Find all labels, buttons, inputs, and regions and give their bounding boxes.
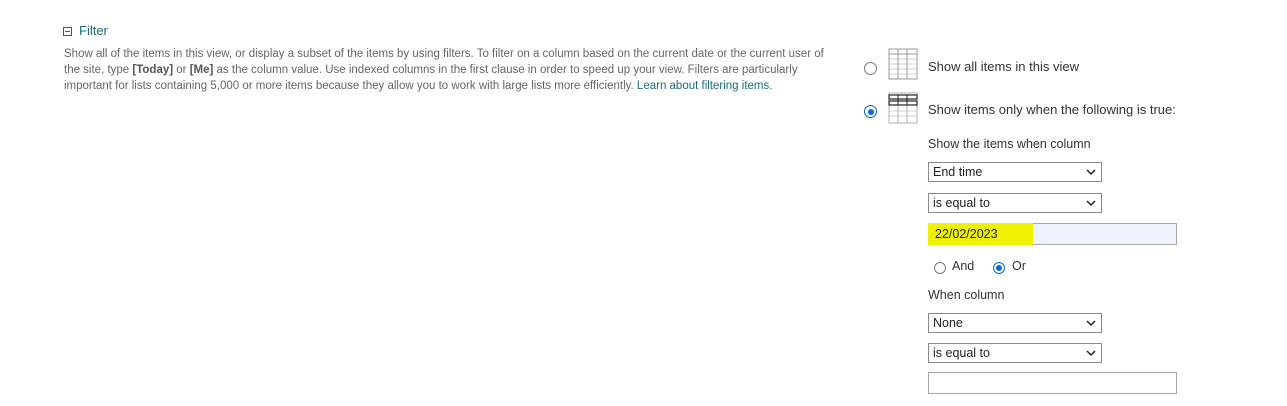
clause2-operator-select[interactable]: is equal to bbox=[928, 343, 1102, 363]
clause1-column-select[interactable]: End time bbox=[928, 162, 1102, 182]
clause1-operator-value: is equal to bbox=[933, 196, 990, 210]
description-text-2: or bbox=[173, 64, 190, 76]
me-token: [Me] bbox=[189, 64, 214, 76]
clause1-value-input[interactable]: 22/02/2023 bbox=[928, 223, 1177, 245]
today-token: [Today] bbox=[132, 64, 174, 76]
show-filtered-radio[interactable] bbox=[864, 105, 877, 118]
clause2-operator-value: is equal to bbox=[933, 346, 990, 360]
and-radio[interactable] bbox=[934, 262, 946, 274]
clause1-operator-select[interactable]: is equal to bbox=[928, 193, 1102, 213]
show-all-label: Show all items in this view bbox=[928, 59, 1079, 74]
or-label: Or bbox=[1012, 259, 1026, 273]
clause2-column-select[interactable]: None bbox=[928, 313, 1102, 333]
filter-description: Show all of the items in this view, or d… bbox=[64, 46, 834, 94]
table-grid-icon bbox=[888, 48, 918, 80]
or-radio[interactable] bbox=[993, 262, 1005, 274]
clause1-label: Show the items when column bbox=[928, 137, 1091, 151]
clause1-value-text: 22/02/2023 bbox=[935, 227, 998, 241]
clause2-label: When column bbox=[928, 288, 1005, 302]
show-all-radio[interactable] bbox=[864, 62, 877, 75]
section-title: Filter bbox=[79, 23, 108, 38]
learn-about-filtering-link[interactable]: Learn about filtering items. bbox=[637, 80, 773, 92]
and-label: And bbox=[952, 259, 975, 273]
chevron-down-icon bbox=[1086, 200, 1096, 207]
clause1-column-value: End time bbox=[933, 165, 983, 179]
chevron-down-icon bbox=[1086, 169, 1096, 176]
chevron-down-icon bbox=[1086, 320, 1096, 327]
show-filtered-label: Show items only when the following is tr… bbox=[928, 102, 1176, 117]
filtered-table-icon bbox=[888, 92, 918, 124]
clause2-column-value: None bbox=[933, 316, 963, 330]
chevron-down-icon bbox=[1086, 350, 1096, 357]
collapse-icon[interactable] bbox=[63, 27, 72, 36]
clause2-value-input[interactable] bbox=[928, 372, 1177, 394]
